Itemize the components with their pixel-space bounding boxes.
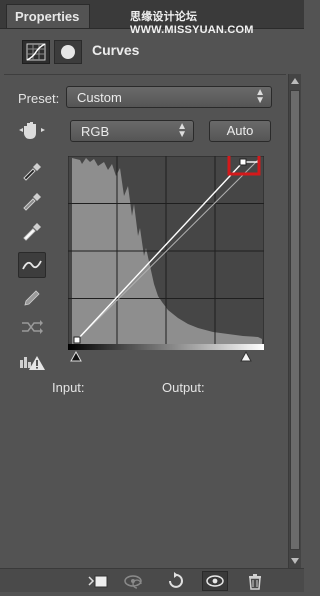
white-point-slider[interactable] [240, 350, 252, 368]
scroll-thumb[interactable] [290, 90, 300, 550]
preset-value: Custom [77, 90, 122, 105]
delete-icon[interactable] [242, 571, 268, 591]
smooth-icon[interactable] [18, 314, 46, 340]
vertical-scrollbar[interactable] [288, 74, 301, 568]
channel-value: RGB [81, 124, 110, 139]
output-label: Output: [162, 380, 205, 395]
tab-properties[interactable]: Properties [6, 4, 90, 28]
toggle-visibility-icon[interactable] [202, 571, 228, 591]
curves-graph[interactable] [67, 150, 265, 347]
layer-mask-icon[interactable] [54, 40, 82, 64]
tab-properties-label: Properties [15, 9, 80, 24]
scroll-down-arrow-icon[interactable] [289, 554, 301, 568]
pencil-icon[interactable] [18, 284, 46, 310]
updown-arrow-icon: ▲ ▼ [177, 121, 187, 140]
divider [4, 74, 286, 75]
updown-arrow-icon: ▲ ▼ [255, 87, 265, 106]
on-image-adjust-hand-icon[interactable] [18, 118, 46, 144]
black-point-handle [73, 336, 81, 344]
black-point-eyedropper-icon[interactable] [18, 158, 46, 184]
output-gradient-bar [68, 344, 264, 350]
white-point-eyedropper-icon[interactable] [18, 218, 46, 244]
auto-button[interactable]: Auto [209, 120, 271, 142]
preset-label: Preset: [18, 91, 60, 106]
clipping-warning-icon[interactable] [18, 350, 46, 376]
input-label: Input: [52, 380, 85, 395]
panel-title: Curves [92, 42, 140, 58]
reset-icon[interactable] [162, 571, 188, 591]
gray-point-eyedropper-icon[interactable] [18, 188, 46, 214]
view-previous-state-icon[interactable] [122, 571, 148, 591]
black-point-slider[interactable] [70, 350, 82, 368]
channel-dropdown[interactable]: RGB ▲ ▼ [70, 120, 194, 142]
scroll-up-arrow-icon[interactable] [289, 74, 301, 88]
preset-dropdown[interactable]: Custom ▲ ▼ [66, 86, 272, 108]
white-point-handle [239, 158, 247, 166]
curves-adjustment-icon[interactable] [22, 40, 50, 64]
clip-to-layer-icon[interactable] [86, 571, 112, 591]
curve-point-icon[interactable] [18, 252, 46, 278]
watermark-text: 思缘设计论坛 WWW.MISSYUAN.COM [130, 11, 254, 36]
bottom-toolbar [0, 568, 304, 592]
